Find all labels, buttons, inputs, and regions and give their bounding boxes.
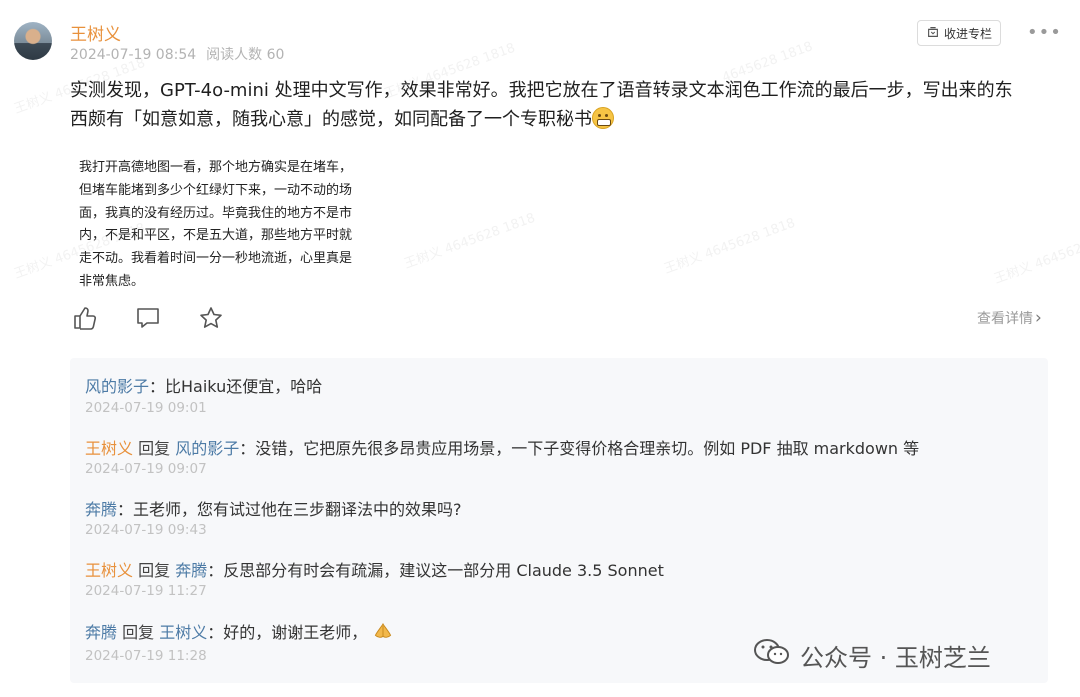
post-text-line2: 西颇有「如意如意，随我心意」的感觉，如同配备了一个专职秘书 [70, 109, 592, 130]
watermark: 王树义 4645628 1818 [662, 215, 798, 278]
bookmark-icon [926, 25, 940, 42]
comment-text: ：好的，谢谢王老师， [207, 623, 368, 642]
watermark: 王树义 4645628 1818 [402, 210, 538, 273]
comment-date: 2024-07-19 09:43 [85, 522, 207, 538]
post-actions [72, 305, 224, 331]
comment-text: ：没错，它把原先很多昂贵应用场景，一下子变得价格合理亲切。例如 PDF 抽取 m… [239, 439, 920, 458]
quote-line: 我打开高德地图一看，那个地方确实是在堵车， [79, 160, 353, 175]
reply-to-name[interactable]: 风的影子 [175, 439, 239, 458]
comment-item: 王树义 回复 奔腾：反思部分有时会有疏漏，建议这一部分用 Claude 3.5 … [85, 557, 664, 581]
grin-emoji-icon [592, 107, 614, 129]
quote-line: 面，我真的没有经历过。毕竟我住的地方不是市 [79, 205, 353, 221]
comment-author[interactable]: 王树义 [85, 561, 133, 580]
chevron-right-icon: › [1035, 308, 1042, 328]
quote-line: 走不动。我看着时间一分一秒地流逝，心里真是 [79, 251, 353, 267]
quote-line: 但堵车能堵到多少个红绿灯下来，一动不动的场 [79, 182, 353, 198]
wechat-watermark: 公众号 · 玉树芝兰 [752, 637, 991, 673]
read-count: 阅读人数 60 [206, 47, 285, 63]
quote-line: 内，不是和平区，不是五大道，那些地方平时就 [79, 228, 353, 244]
comments-section: 风的影子：比Haiku还便宜，哈哈 2024-07-19 09:01 王树义 回… [70, 358, 1048, 683]
reply-to-name[interactable]: 王树义 [159, 623, 207, 642]
reply-word: 回复 [138, 439, 171, 458]
comment-item: 奔腾：王老师，您有试过他在三步翻译法中的效果吗? [85, 496, 462, 520]
collect-to-column-button[interactable]: 收进专栏 [917, 20, 1001, 46]
avatar[interactable] [14, 22, 52, 60]
comment-author[interactable]: 奔腾 [85, 500, 117, 519]
post-meta: 2024-07-19 08:54 阅读人数 60 [70, 44, 284, 64]
embedded-text-image[interactable]: 我打开高德地图一看，那个地方确实是在堵车， 但堵车能堵到多少个红绿灯下来，一动不… [79, 157, 379, 294]
watermark: 王树义 4645628 1818 [992, 226, 1080, 288]
folded-hands-icon [372, 622, 394, 642]
comment-item: 王树义 回复 风的影子：没错，它把原先很多昂贵应用场景，一下子变得价格合理亲切。… [85, 435, 919, 459]
post-author[interactable]: 王树义 [70, 20, 121, 45]
comment-text: ：反思部分有时会有疏漏，建议这一部分用 Claude 3.5 Sonnet [207, 561, 664, 580]
wechat-account-label: 公众号 · 玉树芝兰 [800, 643, 991, 672]
post-text-line1: 实测发现，GPT-4o-mini 处理中文写作，效果非常好。我把它放在了语音转录… [70, 80, 1013, 101]
wechat-icon [752, 637, 792, 673]
thumbs-up-icon[interactable] [72, 305, 98, 331]
reply-word: 回复 [138, 561, 171, 580]
collect-label: 收进专栏 [943, 26, 992, 41]
post-date: 2024-07-19 08:54 [70, 47, 197, 63]
comment-author[interactable]: 风的影子 [85, 377, 149, 396]
comment-icon[interactable] [135, 305, 161, 331]
comment-date: 2024-07-19 09:01 [85, 400, 207, 416]
reply-word: 回复 [122, 623, 155, 642]
view-details-link[interactable]: 查看详情 › [977, 308, 1042, 328]
comment-date: 2024-07-19 09:07 [85, 461, 207, 477]
star-icon[interactable] [198, 305, 224, 331]
reply-to-name[interactable]: 奔腾 [175, 561, 207, 580]
quote-line: 非常焦虑。 [79, 273, 145, 289]
view-details-label: 查看详情 [977, 311, 1033, 327]
comment-author[interactable]: 奔腾 [85, 623, 117, 642]
comment-date: 2024-07-19 11:28 [85, 648, 207, 664]
comment-text: ：王老师，您有试过他在三步翻译法中的效果吗? [117, 500, 462, 519]
comment-date: 2024-07-19 11:27 [85, 583, 207, 599]
comment-item: 风的影子：比Haiku还便宜，哈哈 [85, 373, 322, 397]
more-options-icon[interactable]: ••• [1027, 22, 1062, 43]
post-content: 实测发现，GPT-4o-mini 处理中文写作，效果非常好。我把它放在了语音转录… [70, 76, 1045, 134]
comment-text: ：比Haiku还便宜，哈哈 [149, 377, 323, 396]
comment-item: 奔腾 回复 王树义：好的，谢谢王老师， [85, 619, 394, 643]
comment-author[interactable]: 王树义 [85, 439, 133, 458]
